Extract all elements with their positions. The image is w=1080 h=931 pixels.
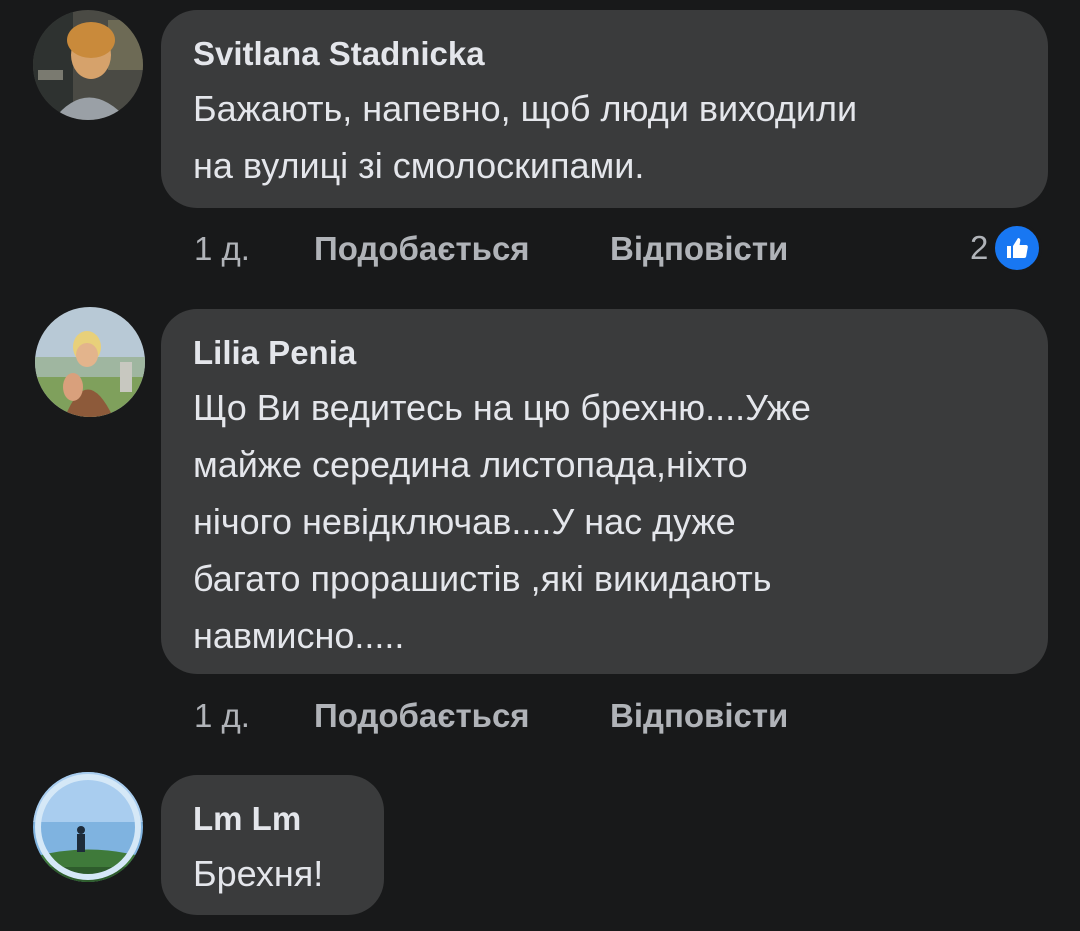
comment-text: Бажають, напевно, щоб люди виходили на в… xyxy=(193,88,858,186)
comment-actions: 1 д. Подобається Відповісти xyxy=(194,696,788,736)
comment-text: Брехня! xyxy=(193,853,324,894)
reply-button[interactable]: Відповісти xyxy=(610,229,788,269)
like-button[interactable]: Подобається xyxy=(314,696,610,736)
comment-text: Що Ви ведитесь на цю брехню....Уже майже… xyxy=(193,387,811,656)
comment-author[interactable]: Svitlana Stadnicka xyxy=(193,34,1018,74)
comment-actions: 1 д. Подобається Відповісти xyxy=(194,229,788,269)
comment-bubble: Svitlana Stadnicka Бажають, напевно, щоб… xyxy=(161,10,1048,208)
like-button[interactable]: Подобається xyxy=(314,229,610,269)
comment-bubble: Lilia Penia Що Ви ведитесь на цю брехню.… xyxy=(161,309,1048,674)
avatar-photo xyxy=(33,772,143,882)
avatar-lm[interactable] xyxy=(33,772,143,882)
avatar-photo xyxy=(35,307,145,417)
avatar-photo xyxy=(33,10,143,120)
thumbs-up-icon xyxy=(992,223,1043,273)
avatar-svitlana[interactable] xyxy=(33,10,143,120)
comment-author[interactable]: Lm Lm xyxy=(193,799,354,839)
reaction-summary[interactable]: 2 xyxy=(970,223,1043,273)
comment-timestamp[interactable]: 1 д. xyxy=(194,229,314,269)
comment-bubble: Lm Lm Брехня! xyxy=(161,775,384,915)
avatar-lilia[interactable] xyxy=(35,307,145,417)
reaction-count: 2 xyxy=(970,229,989,266)
comment-timestamp[interactable]: 1 д. xyxy=(194,696,314,736)
reply-button[interactable]: Відповісти xyxy=(610,696,788,736)
comment-author[interactable]: Lilia Penia xyxy=(193,333,1018,373)
comment-thread: Svitlana Stadnicka Бажають, напевно, щоб… xyxy=(0,0,1080,931)
